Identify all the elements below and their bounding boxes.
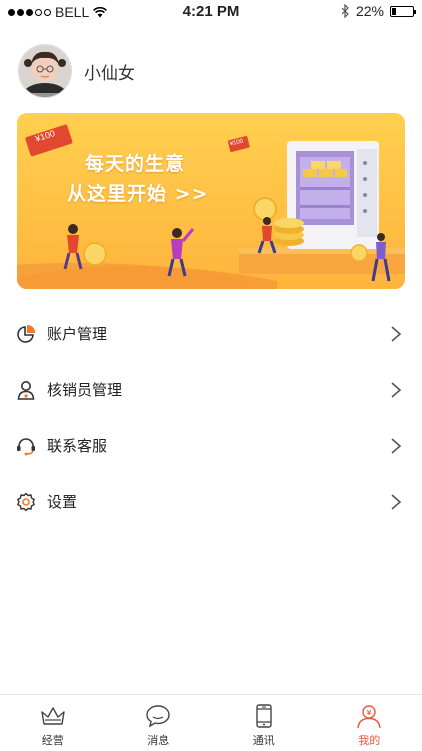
tab-label: 消息 (147, 732, 169, 748)
pie-chart-icon (16, 324, 36, 344)
chat-bubble-icon (145, 703, 171, 729)
tab-me[interactable]: 我的 (317, 695, 422, 751)
crown-icon (40, 703, 66, 729)
menu-item-label: 设置 (47, 491, 77, 512)
gear-icon (16, 492, 36, 512)
user-profile-icon (356, 703, 382, 729)
headset-icon (16, 436, 36, 456)
person-icon (16, 380, 36, 400)
promo-banner[interactable]: ¥100 ¥100 每天的生意 从这里开始 >> (17, 113, 405, 289)
username: 小仙女 (84, 59, 135, 84)
tab-messages[interactable]: 消息 (106, 695, 212, 751)
chevron-right-icon (390, 381, 402, 399)
chevron-right-icon (390, 493, 402, 511)
tab-label: 通讯 (253, 732, 275, 748)
status-right: 22% (341, 3, 414, 19)
chevron-right-icon (390, 437, 402, 455)
profile-header[interactable]: 小仙女 (18, 44, 135, 98)
menu-item-account-management[interactable]: 账户管理 (0, 306, 422, 362)
menu-item-customer-service[interactable]: 联系客服 (0, 418, 422, 474)
banner-line-2: 从这里开始 >> (67, 179, 208, 209)
menu-item-label: 核销员管理 (47, 379, 122, 400)
bottom-tab-bar: 经营 消息 通讯 我的 (0, 694, 422, 751)
bluetooth-icon (341, 4, 350, 18)
phone-icon (251, 703, 277, 729)
tab-label: 我的 (358, 732, 380, 748)
menu-item-settings[interactable]: 设置 (0, 474, 422, 530)
menu-item-verifier-management[interactable]: 核销员管理 (0, 362, 422, 418)
settings-menu: 账户管理 核销员管理 联系客服 设置 (0, 306, 422, 530)
menu-item-label: 联系客服 (47, 435, 107, 456)
battery-percent: 22% (356, 3, 384, 19)
avatar[interactable] (18, 44, 72, 98)
chevron-right-icon (390, 325, 402, 343)
status-bar: BELL 4:21 PM 22% (0, 0, 422, 24)
battery-icon (390, 6, 414, 17)
tab-business[interactable]: 经营 (0, 695, 106, 751)
tab-contacts[interactable]: 通讯 (211, 695, 317, 751)
menu-item-label: 账户管理 (47, 323, 107, 344)
tab-label: 经营 (42, 732, 64, 748)
banner-line-1: 每天的生意 (67, 149, 208, 179)
banner-headline: 每天的生意 从这里开始 >> (67, 149, 208, 209)
